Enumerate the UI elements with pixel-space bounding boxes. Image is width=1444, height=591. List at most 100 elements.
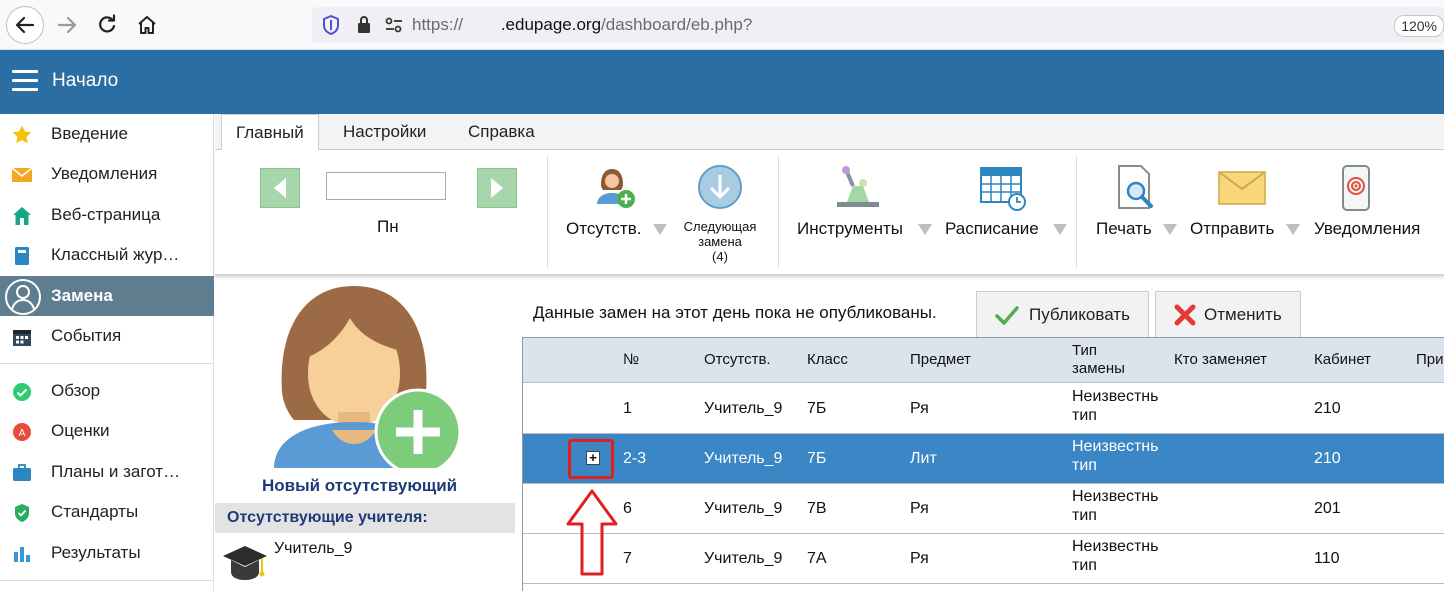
sidebar-item-standards[interactable]: Стандарты <box>0 492 214 532</box>
next-substitution-button[interactable] <box>697 164 743 210</box>
page-title[interactable]: Начало <box>52 70 118 92</box>
publish-button[interactable]: Публиковать <box>976 291 1149 337</box>
sidebar-item-label: Классный жур… <box>51 245 180 264</box>
new-absent-label[interactable]: Новый отсутствующий <box>262 476 457 496</box>
cell-type-line2: тип <box>1072 457 1097 474</box>
sidebar-item-label: Планы и загот… <box>51 462 181 481</box>
sidebar-item-notifications[interactable]: Уведомления <box>0 154 214 194</box>
send-dropdown-icon[interactable] <box>1286 224 1300 235</box>
table-row[interactable]: 1 Учитель_9 7Б Ря Неизвестнь тип 210 <box>523 384 1444 434</box>
sidebar-item-grades[interactable]: A Оценки <box>0 411 214 451</box>
new-absent-button[interactable] <box>270 282 462 476</box>
sidebar-item-classbook[interactable]: Классный жур… <box>0 235 214 275</box>
next-substitution-label[interactable]: Следующая замена (4) <box>670 219 770 264</box>
tools-button[interactable] <box>833 164 883 210</box>
cell-type-line1: Неизвестнь <box>1072 538 1159 555</box>
sidebar-item-substitution[interactable]: Замена <box>0 276 214 316</box>
sidebar-item-plans[interactable]: Планы и загот… <box>0 452 214 492</box>
print-label[interactable]: Печать <box>1096 219 1152 239</box>
cell-class: 7Б <box>807 450 827 467</box>
day-label: Пн <box>377 217 399 236</box>
previous-day-button[interactable] <box>260 168 300 208</box>
column-header-replacer[interactable]: Кто заменяет <box>1174 351 1267 368</box>
next-sub-line2: замена <box>698 234 742 249</box>
url-prefix: https:// <box>412 15 464 34</box>
sidebar-item-overview[interactable]: Обзор <box>0 371 214 411</box>
next-day-button[interactable] <box>477 168 517 208</box>
mobile-notification-icon <box>1342 165 1370 211</box>
sidebar: Введение Уведомления Веб-страница Классн… <box>0 114 214 591</box>
schedule-button[interactable] <box>979 166 1027 212</box>
column-header-class[interactable]: Класс <box>807 351 848 368</box>
tab-main[interactable]: Главный <box>221 114 319 151</box>
column-header-subject[interactable]: Предмет <box>910 351 971 368</box>
url-text[interactable]: https:// .edupage.org/dashboard/eb.php? <box>412 15 752 35</box>
column-header-type[interactable]: Тип замены <box>1072 342 1125 378</box>
send-label[interactable]: Отправить <box>1190 219 1274 239</box>
table-row-selected[interactable]: + 2-3 Учитель_9 7Б Лит Неизвестнь тип 21… <box>523 434 1444 484</box>
reload-button[interactable] <box>88 6 126 44</box>
briefcase-icon <box>11 462 33 484</box>
triangle-left-icon <box>274 178 286 198</box>
column-header-room[interactable]: Кабинет <box>1314 351 1371 368</box>
tracking-shield-icon[interactable] <box>322 15 340 35</box>
cell-room: 110 <box>1314 550 1340 567</box>
schedule-dropdown-icon[interactable] <box>1053 224 1067 235</box>
sidebar-item-label: Замена <box>51 286 113 305</box>
absent-teacher-item[interactable]: Учитель_9 <box>274 540 352 558</box>
send-button[interactable] <box>1218 170 1266 206</box>
lock-icon[interactable] <box>356 15 372 34</box>
ribbon-separator <box>1076 156 1077 268</box>
publish-notice: Данные замен на этот день пока не опубли… <box>533 303 937 322</box>
zoom-level[interactable]: 120% <box>1394 15 1444 37</box>
sidebar-item-events[interactable]: События <box>0 316 214 356</box>
close-icon <box>1174 304 1196 326</box>
schedule-label[interactable]: Расписание <box>945 219 1039 239</box>
check-circle-icon <box>11 381 33 403</box>
column-header-absent[interactable]: Отсутств. <box>704 351 771 368</box>
next-sub-line1: Следующая <box>683 219 757 234</box>
table-row[interactable]: 7 Учитель_9 7А Ря Неизвестнь тип 110 <box>523 534 1444 584</box>
column-header-note[interactable]: При <box>1416 351 1444 368</box>
sidebar-item-webpage[interactable]: Веб-страница <box>0 195 214 235</box>
absences-label[interactable]: Отсутств. <box>566 219 641 239</box>
print-dropdown-icon[interactable] <box>1163 224 1177 235</box>
print-button[interactable] <box>1115 164 1159 212</box>
browser-toolbar: https:// .edupage.org/dashboard/eb.php? … <box>0 0 1444 50</box>
column-header-num[interactable]: № <box>623 351 639 368</box>
bar-chart-icon <box>11 543 33 565</box>
absences-button[interactable] <box>592 162 640 210</box>
address-bar[interactable]: https:// .edupage.org/dashboard/eb.php? … <box>312 7 1444 43</box>
menu-icon[interactable] <box>12 70 38 92</box>
tools-label[interactable]: Инструменты <box>797 219 903 239</box>
home-button[interactable] <box>128 6 166 44</box>
substitution-table: № Отсутств. Класс Предмет Тип замены Кто… <box>522 337 1444 591</box>
absent-teachers-title: Отсутствующие учителя: <box>227 509 428 526</box>
url-path: /dashboard/eb.php? <box>601 15 753 34</box>
cell-subject: Лит <box>910 450 937 467</box>
cell-type-line2: тип <box>1072 507 1097 524</box>
absences-dropdown-icon[interactable] <box>653 224 667 235</box>
cell-room: 210 <box>1314 400 1341 417</box>
tab-help[interactable]: Справка <box>454 114 549 150</box>
notifications-button[interactable] <box>1341 164 1371 212</box>
day-input[interactable] <box>326 172 446 200</box>
forward-button[interactable] <box>48 6 86 44</box>
sidebar-item-results[interactable]: Результаты <box>0 533 214 573</box>
reload-icon <box>99 14 116 33</box>
tools-dropdown-icon[interactable] <box>918 224 932 235</box>
cell-type-line2: тип <box>1072 557 1097 574</box>
triangle-right-icon <box>491 178 503 198</box>
table-row[interactable]: 6 Учитель_9 7В Ря Неизвестнь тип 201 <box>523 484 1444 534</box>
svg-text:A: A <box>19 428 26 439</box>
shield-check-icon <box>11 502 33 524</box>
cell-type: Неизвестнь тип <box>1072 387 1162 425</box>
sidebar-item-label: Веб-страница <box>51 205 161 224</box>
notifications-label[interactable]: Уведомления <box>1314 219 1420 239</box>
cancel-button[interactable]: Отменить <box>1155 291 1301 337</box>
sidebar-item-intro[interactable]: Введение <box>0 114 214 154</box>
grades-icon: A <box>11 421 33 443</box>
back-button[interactable] <box>6 6 44 44</box>
permissions-icon[interactable] <box>384 16 404 34</box>
tab-settings[interactable]: Настройки <box>329 114 440 150</box>
